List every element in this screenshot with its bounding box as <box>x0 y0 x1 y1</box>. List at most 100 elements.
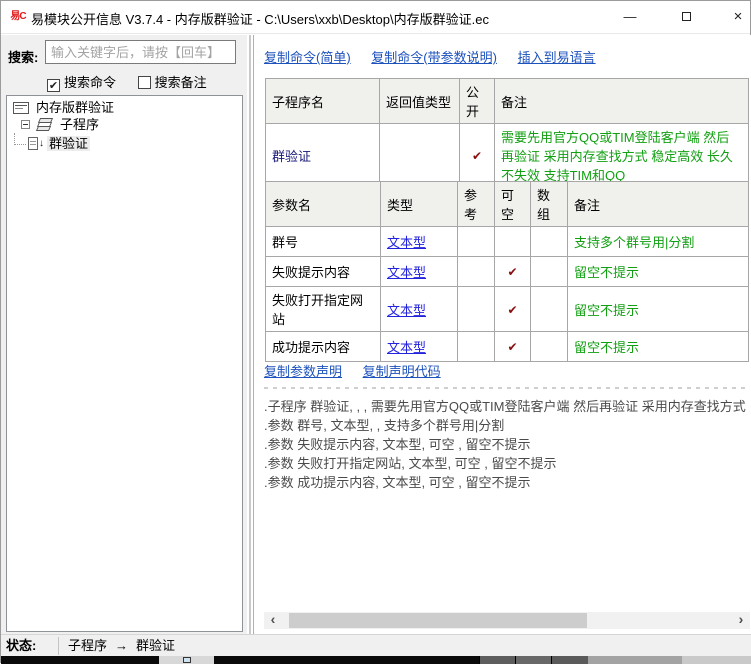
nullable-check-icon: ✔ <box>507 340 518 354</box>
copy-command-with-params-link[interactable]: 复制命令(带参数说明) <box>371 50 497 65</box>
param-remark: 留空不提示 <box>574 340 640 355</box>
table-row: 失败打开指定网站 文本型 ✔ 留空不提示 <box>265 286 749 332</box>
code-line: .参数 群号, 文本型, , 支持多个群号用|分割 <box>264 418 505 433</box>
maximize-icon <box>681 12 691 22</box>
app-icon: 易C <box>10 11 26 22</box>
app-window: 易C 易模块公开信息 V3.7.4 - 内存版群验证 - C:\Users\xx… <box>0 0 751 664</box>
col-param-remark: 备注 <box>567 181 749 227</box>
insert-to-elang-link[interactable]: 插入到易语言 <box>518 50 596 65</box>
param-ref-cell <box>457 331 495 362</box>
table-row: 成功提示内容 文本型 ✔ 留空不提示 <box>265 331 749 362</box>
param-ref-cell <box>457 256 495 287</box>
subroutine-table: 子程序名 返回值类型 公开 备注 群验证 ✔ 需要先用官方QQ或TIM登陆客户端… <box>265 78 749 188</box>
param-type-link[interactable]: 文本型 <box>387 340 426 355</box>
col-nullable: 可空 <box>494 181 531 227</box>
search-input[interactable] <box>45 40 236 64</box>
checkbox-checked-icon: ✔ <box>47 79 60 92</box>
param-array-cell <box>530 286 568 332</box>
param-array-cell <box>530 331 568 362</box>
close-button[interactable]: × <box>715 1 751 33</box>
maximize-button[interactable] <box>663 1 709 33</box>
code-line: .参数 失败提示内容, 文本型, 可空 , 留空不提示 <box>264 437 531 452</box>
table-row: 群号 文本型 支持多个群号用|分割 <box>265 226 749 257</box>
param-remark: 留空不提示 <box>574 302 640 318</box>
search-remarks-label: 搜索备注 <box>154 75 207 90</box>
param-name: 群号 <box>265 226 381 257</box>
param-remark: 支持多个群号用|分割 <box>574 235 695 250</box>
horizontal-scrollbar[interactable]: ‹ › <box>264 612 750 629</box>
status-bar: 状态: 子程序 → 群验证 <box>1 634 751 656</box>
public-check-icon: ✔ <box>471 149 483 163</box>
window-title: 易模块公开信息 V3.7.4 - 内存版群验证 - C:\Users\xxb\D… <box>31 12 489 27</box>
col-param-type: 类型 <box>380 181 458 227</box>
search-options: ✔ 搜索命令 搜索备注 <box>47 72 225 92</box>
status-crumb-group: 子程序 <box>68 638 108 653</box>
param-type-link[interactable]: 文本型 <box>387 235 426 250</box>
taskbar-window-icon <box>183 657 191 663</box>
col-return-type: 返回值类型 <box>379 78 460 124</box>
nullable-check-icon: ✔ <box>507 302 518 317</box>
subroutine-table-header: 子程序名 返回值类型 公开 备注 <box>265 78 749 124</box>
status-divider <box>58 637 59 655</box>
col-array: 数组 <box>530 181 568 227</box>
parameter-table-header: 参数名 类型 参考 可空 数组 备注 <box>265 181 749 227</box>
col-remark: 备注 <box>494 78 749 124</box>
param-name: 失败提示内容 <box>265 256 381 287</box>
table-row: 群验证 ✔ 需要先用官方QQ或TIM登陆客户端 然后再验证 采用内存查找方式 稳… <box>265 123 749 188</box>
left-panel: 搜索: ✔ 搜索命令 搜索备注 内存版群验证 子程序 ↓群验证 <box>1 35 247 634</box>
col-public: 公开 <box>459 78 495 124</box>
panel-splitter[interactable] <box>249 35 251 634</box>
col-sub-name: 子程序名 <box>265 78 380 124</box>
minimize-button[interactable]: — <box>607 1 653 33</box>
param-name: 失败打开指定网站 <box>265 286 381 332</box>
tree-leaf-label: 群验证 <box>47 136 91 151</box>
param-array-cell <box>530 256 568 287</box>
dotted-separator <box>264 387 746 389</box>
tree-root-label: 内存版群验证 <box>36 100 115 115</box>
tree-group-label: 子程序 <box>60 117 100 132</box>
layers-icon <box>35 118 54 131</box>
search-commands-checkbox[interactable]: ✔ 搜索命令 <box>47 72 116 92</box>
col-byref: 参考 <box>457 181 495 227</box>
arrow-right-icon: → <box>115 638 129 653</box>
param-type-link[interactable]: 文本型 <box>387 265 426 280</box>
subroutine-remark: 需要先用官方QQ或TIM登陆客户端 然后再验证 采用内存查找方式 稳定高效 长久… <box>501 130 733 183</box>
document-arrow-icon: ↓ <box>28 137 44 150</box>
scroll-left-arrow-icon[interactable]: ‹ <box>264 612 282 629</box>
copy-param-declaration-link[interactable]: 复制参数声明 <box>264 364 342 379</box>
code-line: .参数 成功提示内容, 文本型, 可空 , 留空不提示 <box>264 475 531 490</box>
param-ref-cell <box>457 226 495 257</box>
copy-command-simple-link[interactable]: 复制命令(简单) <box>264 50 351 65</box>
copy-declaration-code-link[interactable]: 复制声明代码 <box>363 364 441 379</box>
detail-panel: 复制命令(简单) 复制命令(带参数说明) 插入到易语言 子程序名 返回值类型 公… <box>253 35 751 634</box>
scroll-right-arrow-icon[interactable]: › <box>732 612 750 629</box>
col-param-name: 参数名 <box>265 181 381 227</box>
param-array-cell <box>530 226 568 257</box>
title-bar: 易C 易模块公开信息 V3.7.4 - 内存版群验证 - C:\Users\xx… <box>1 1 750 34</box>
declaration-code-block: .子程序 群验证, , , 需要先用官方QQ或TIM登陆客户端 然后再验证 采用… <box>264 397 750 492</box>
declaration-links: 复制参数声明 复制声明代码 <box>264 361 458 380</box>
subroutine-name[interactable]: 群验证 <box>272 149 311 164</box>
table-row: 失败提示内容 文本型 ✔ 留空不提示 <box>265 256 749 287</box>
search-commands-label: 搜索命令 <box>64 75 117 90</box>
status-label: 状态: <box>6 638 37 653</box>
checkbox-unchecked-icon <box>137 76 151 89</box>
param-ref-cell <box>457 286 495 332</box>
collapse-expander-icon[interactable] <box>21 120 30 129</box>
tree-node-module-root[interactable]: 内存版群验证 <box>7 99 242 116</box>
search-remarks-checkbox[interactable]: 搜索备注 <box>137 72 207 91</box>
tree-node-command[interactable]: ↓ 群验证 <box>7 133 242 151</box>
module-tree: 内存版群验证 子程序 ↓ 群验证 <box>6 95 243 632</box>
tree-node-subroutines[interactable]: 子程序 <box>7 116 242 133</box>
module-icon <box>13 102 29 114</box>
scrollbar-thumb[interactable] <box>289 613 587 628</box>
status-crumb-leaf: 群验证 <box>136 638 176 653</box>
parameter-table: 参数名 类型 参考 可空 数组 备注 群号 文本型 支持多个群号用|分割 失败提… <box>265 181 749 362</box>
nullable-check-icon: ✔ <box>507 265 518 279</box>
tree-connector <box>14 133 26 145</box>
code-line: .子程序 群验证, , , 需要先用官方QQ或TIM登陆客户端 然后再验证 采用… <box>264 399 746 414</box>
return-type-cell <box>379 123 460 188</box>
param-type-link[interactable]: 文本型 <box>387 303 426 318</box>
command-links: 复制命令(简单) 复制命令(带参数说明) 插入到易语言 <box>264 47 613 66</box>
param-name: 成功提示内容 <box>265 331 381 362</box>
